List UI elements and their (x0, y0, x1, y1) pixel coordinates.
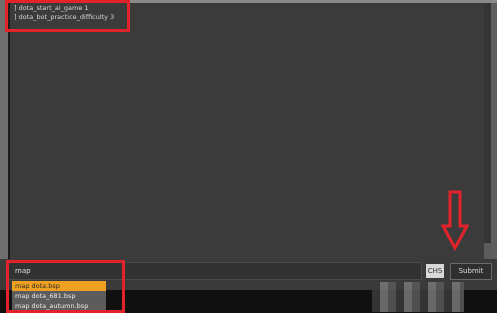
annotation-highlight-console (5, 0, 130, 32)
input-language-badge: CHS (426, 264, 444, 278)
scrollbar-thumb[interactable] (484, 243, 491, 259)
window-right-border (491, 3, 497, 261)
pixelated-watermark (372, 282, 464, 312)
console-scrollbar[interactable] (484, 3, 491, 259)
window-left-border (0, 0, 8, 290)
console-output-area: ] dota_start_ai_game 1 ] dota_bot_practi… (10, 3, 484, 259)
down-arrow-icon (441, 190, 469, 252)
annotation-highlight-autocomplete (6, 260, 125, 313)
submit-button[interactable]: Submit (450, 263, 492, 280)
